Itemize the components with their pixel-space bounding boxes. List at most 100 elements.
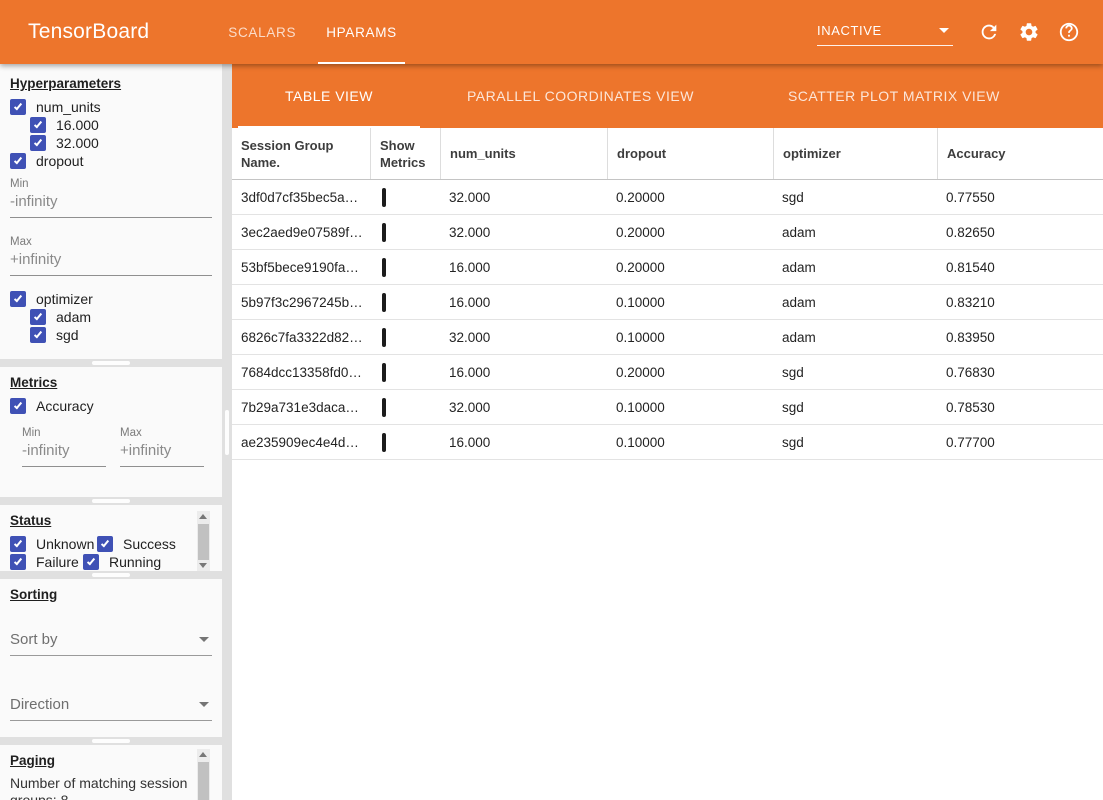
show-metrics-checkbox[interactable]	[382, 258, 386, 277]
accuracy-checkbox[interactable]	[10, 398, 26, 414]
check-icon	[34, 312, 42, 321]
num-units-value: 16.000	[440, 260, 607, 275]
tab-hparams[interactable]: HPARAMS	[311, 0, 412, 64]
scroll-thumb[interactable]	[198, 762, 209, 800]
drag-grip-icon	[92, 739, 130, 743]
sidebar-resize-handle[interactable]	[222, 64, 232, 800]
sorting-section: Sorting Sort by Direction	[0, 579, 222, 737]
failure-checkbox[interactable]	[10, 554, 26, 570]
metric-min-field: Min -infinity	[22, 427, 106, 467]
accuracy-value: 0.78530	[937, 400, 1103, 415]
status-scrollbar[interactable]	[197, 511, 210, 571]
drag-grip-icon	[92, 499, 130, 503]
column-header-dropout: dropout	[607, 128, 773, 179]
metric-max-input[interactable]: +infinity	[120, 439, 204, 467]
sgd-checkbox[interactable]	[30, 327, 46, 343]
show-metrics-checkbox[interactable]	[382, 223, 386, 242]
dropout-checkbox[interactable]	[10, 153, 26, 169]
optimizer-checkbox[interactable]	[10, 291, 26, 307]
table-header: Session Group Name. Show Metrics num_uni…	[232, 128, 1103, 180]
table-row[interactable]: ae235909ec4e4d… 16.000 0.10000 sgd 0.777…	[232, 425, 1103, 460]
scroll-up-icon[interactable]	[199, 514, 207, 519]
table-row[interactable]: 7684dcc13358fd0… 16.000 0.20000 sgd 0.76…	[232, 355, 1103, 390]
checkbox-label: 16.000	[56, 117, 99, 133]
table-row[interactable]: 7b29a731e3daca… 32.000 0.10000 sgd 0.785…	[232, 390, 1103, 425]
metrics-section: Metrics Accuracy Min -infinity Max +infi…	[0, 367, 222, 497]
checkbox-label: sgd	[56, 327, 79, 343]
app-header: TensorBoard SCALARS HPARAMS INACTIVE	[0, 0, 1103, 64]
table-row[interactable]: 5b97f3c2967245b… 16.000 0.10000 adam 0.8…	[232, 285, 1103, 320]
scroll-down-icon[interactable]	[199, 563, 207, 568]
check-icon	[14, 557, 22, 566]
session-group-name: 5b97f3c2967245b…	[232, 295, 370, 310]
run-status-value: INACTIVE	[817, 23, 882, 38]
show-metrics-checkbox[interactable]	[382, 293, 386, 312]
session-group-name: 3ec2aed9e07589f…	[232, 225, 370, 240]
status-pair: Running	[83, 554, 161, 570]
show-metrics-checkbox[interactable]	[382, 188, 386, 207]
metric-min-input[interactable]: -infinity	[22, 439, 106, 467]
scroll-thumb[interactable]	[198, 524, 209, 560]
tab-parallel-coordinates-view[interactable]: PARALLEL COORDINATES VIEW	[420, 64, 741, 128]
show-metrics-cell	[370, 400, 440, 415]
top-nav: SCALARS HPARAMS	[213, 0, 412, 64]
show-metrics-checkbox[interactable]	[382, 328, 386, 347]
checkbox-label: Accuracy	[36, 398, 94, 414]
section-resize-handle[interactable]	[0, 571, 222, 579]
check-icon	[14, 294, 22, 303]
max-label: Max	[10, 236, 212, 248]
paging-scrollbar[interactable]	[197, 749, 210, 800]
sort-by-placeholder: Sort by	[10, 631, 58, 648]
dropout-value: 0.20000	[607, 225, 773, 240]
tab-scalars[interactable]: SCALARS	[213, 0, 311, 64]
column-header-num-units: num_units	[440, 128, 607, 179]
table-row[interactable]: 3ec2aed9e07589f… 32.000 0.20000 adam 0.8…	[232, 215, 1103, 250]
num-units-checkbox[interactable]	[10, 99, 26, 115]
optimizer-value: sgd	[773, 365, 937, 380]
section-resize-handle[interactable]	[0, 359, 222, 367]
hparam-row-num-units: num_units	[10, 98, 212, 116]
content-area: Hyperparameters num_units 16.000 32.000 …	[0, 64, 1103, 800]
settings-button[interactable]	[1009, 12, 1049, 52]
section-resize-handle[interactable]	[0, 737, 222, 745]
table-row[interactable]: 53bf5bece9190fa… 16.000 0.20000 adam 0.8…	[232, 250, 1103, 285]
adam-checkbox[interactable]	[30, 309, 46, 325]
unknown-checkbox[interactable]	[10, 536, 26, 552]
metrics-heading: Metrics	[10, 375, 212, 391]
show-metrics-cell	[370, 225, 440, 240]
show-metrics-checkbox[interactable]	[382, 363, 386, 382]
run-status-dropdown[interactable]: INACTIVE	[817, 23, 953, 46]
settings-gear-icon	[1018, 21, 1040, 43]
table-row[interactable]: 3df0d7cf35bec5a… 32.000 0.20000 sgd 0.77…	[232, 180, 1103, 215]
check-icon	[14, 401, 22, 410]
max-input[interactable]: +infinity	[10, 248, 212, 276]
table-row[interactable]: 6826c7fa3322d82… 32.000 0.10000 adam 0.8…	[232, 320, 1103, 355]
running-checkbox[interactable]	[83, 554, 99, 570]
num-units-value: 16.000	[440, 435, 607, 450]
max-label: Max	[120, 427, 204, 439]
success-checkbox[interactable]	[97, 536, 113, 552]
tab-scatter-plot-matrix-view[interactable]: SCATTER PLOT MATRIX VIEW	[741, 64, 1047, 128]
min-input[interactable]: -infinity	[10, 190, 212, 218]
direction-select[interactable]: Direction	[10, 696, 212, 721]
help-button[interactable]	[1049, 12, 1089, 52]
help-icon	[1058, 21, 1080, 43]
value-32-checkbox[interactable]	[30, 135, 46, 151]
dropout-value: 0.10000	[607, 400, 773, 415]
section-resize-handle[interactable]	[0, 497, 222, 505]
tab-table-view[interactable]: TABLE VIEW	[238, 64, 420, 128]
show-metrics-checkbox[interactable]	[382, 398, 386, 417]
value-16-checkbox[interactable]	[30, 117, 46, 133]
scroll-up-icon[interactable]	[199, 752, 207, 757]
accuracy-value: 0.82650	[937, 225, 1103, 240]
hyperparameters-section: Hyperparameters num_units 16.000 32.000 …	[0, 64, 222, 359]
num-units-value: 32.000	[440, 225, 607, 240]
min-label: Min	[22, 427, 106, 439]
show-metrics-cell	[370, 365, 440, 380]
refresh-button[interactable]	[969, 12, 1009, 52]
hparams-sidebar: Hyperparameters num_units 16.000 32.000 …	[0, 64, 222, 800]
num-units-value: 32.000	[440, 330, 607, 345]
show-metrics-checkbox[interactable]	[382, 433, 386, 452]
sort-by-select[interactable]: Sort by	[10, 631, 212, 656]
optimizer-value: adam	[773, 330, 937, 345]
